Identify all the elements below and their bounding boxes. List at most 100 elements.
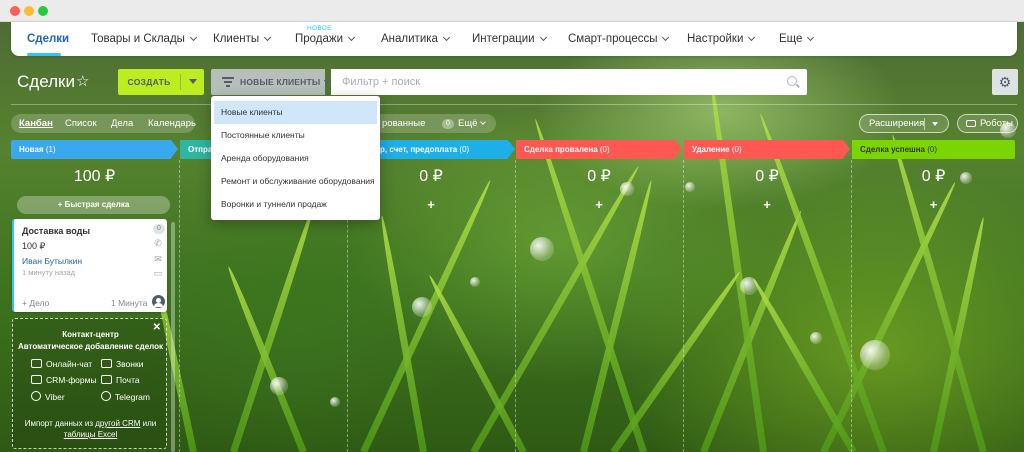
nav-item-deals[interactable]: Сделки [27,33,69,45]
tab-calendar[interactable]: Календарь [148,118,196,129]
import-other-crm-link[interactable]: другой CRM [95,419,140,428]
column-sum: 100 ₽ [73,168,116,185]
robots-label: Роботы [980,118,1013,129]
column-header-won[interactable]: Сделка успешна (0) [852,140,1015,159]
nav-item-products-warehouses[interactable]: Товары и Склады [91,33,197,45]
column-header-invoice[interactable]: р, счет, предоплата (0) [380,140,515,159]
nav-item-sales[interactable]: Продажи [295,33,356,45]
dropdown-item-funnels[interactable]: Воронки и туннели продаж [214,193,377,216]
extensions-label: Расширения [869,118,925,129]
chat-bubble-icon [31,359,42,368]
close-window-button[interactable] [10,6,20,16]
more-counters-button[interactable]: Ещё [458,118,487,129]
deal-sum: 100 ₽ [22,241,46,251]
caret-down-icon[interactable] [189,79,197,84]
tab-activities[interactable]: Дела [111,118,133,129]
extensions-separator [924,118,925,130]
view-switcher: Канбан Список Дела Календарь [11,114,196,133]
chevron-down-icon [662,33,670,42]
phone-icon [101,359,112,368]
nav-item-integrations[interactable]: Интеграции [472,33,547,45]
nav-item-analytics[interactable]: Аналитика [381,33,450,45]
telegram-icon [101,391,111,401]
form-icon [31,375,42,384]
create-button-separator [180,74,181,90]
add-deal-plus-icon[interactable]: + [684,197,850,212]
chevron-down-icon [264,33,272,42]
column-sum: 0 ₽ [587,168,611,185]
nav-item-settings[interactable]: Настройки [687,33,756,45]
add-deal-plus-icon[interactable]: + [516,197,682,212]
filter-preset-dropdown: Новые клиенты Постоянные клиенты Аренда … [211,96,380,220]
gear-icon: ⚙ [998,74,1012,90]
chat-icon[interactable]: ▭ [153,269,163,278]
channel-mail[interactable]: Почта [101,375,140,385]
chevron-down-icon [189,33,197,42]
robots-button[interactable]: Роботы [957,114,1018,133]
star-icon[interactable]: ☆ [76,72,89,90]
import-text: Импорт данных из другой CRM или таблицы … [24,419,157,439]
nav-item-smart-processes[interactable]: Смарт-процессы [568,33,670,45]
tab-list[interactable]: Список [65,118,97,129]
filter-search-box[interactable] [331,69,807,95]
column-scrollbar[interactable] [171,222,175,452]
counter-label[interactable]: рованные [382,118,425,129]
channel-crm-forms[interactable]: CRM-формы [31,375,97,385]
dropdown-item-repair-service[interactable]: Ремонт и обслуживание оборудования [214,170,377,193]
settings-gear-button[interactable]: ⚙ [992,69,1018,95]
window-titlebar [0,0,1024,22]
dropdown-item-equipment-rental[interactable]: Аренда оборудования [214,147,377,170]
channel-telegram[interactable]: Telegram [101,391,150,402]
dropdown-item-regular-clients[interactable]: Постоянные клиенты [214,124,377,147]
contact-center-widget: ✕ Контакт-центр Автоматическое добавлени… [12,318,167,449]
filter-preset-button[interactable]: НОВЫЕ КЛИЕНТЫ [211,69,332,95]
chevron-down-icon [442,33,450,42]
quick-deal-button[interactable]: + Быстрая сделка [17,196,170,214]
new-badge: НОВОЕ [307,25,332,32]
deal-client-link[interactable]: Иван Бутылкин [22,256,82,266]
more-counter-badge: 0 [442,119,454,129]
search-icon[interactable] [787,76,797,86]
column-title: Удаление (0) [692,145,742,154]
caret-down-icon[interactable] [932,122,938,126]
extensions-button[interactable]: Расширения [859,114,949,133]
search-input[interactable] [331,69,771,95]
add-deal-plus-icon[interactable]: + [852,197,1015,212]
column-title: Сделка успешна (0) [860,145,938,154]
add-activity-link[interactable]: + Дело [22,298,49,308]
deal-name[interactable]: Доставка воды [22,226,90,236]
page-title: Сделки [17,72,75,91]
column-title: Сделка провалена (0) [524,145,610,154]
minimize-window-button[interactable] [24,6,34,16]
chevron-down-icon [347,33,356,42]
mail-icon[interactable]: ✉ [153,255,163,264]
create-button[interactable]: СОЗДАТЬ [118,69,204,95]
channel-viber[interactable]: Viber [31,391,65,402]
nav-item-more[interactable]: Еще [779,33,815,45]
chevron-down-icon [807,33,815,42]
toolbar-divider [11,104,1017,105]
import-excel-link[interactable]: таблицы Excel [64,430,118,439]
maximize-window-button[interactable] [38,6,48,16]
deal-time: 1 минуту назад [22,268,76,277]
tab-kanban[interactable]: Канбан [19,118,53,129]
column-header-new[interactable]: Новая (1) [11,140,178,159]
chevron-down-icon [480,119,487,125]
activities-count-badge: 0 [153,224,165,234]
column-header-lost[interactable]: Сделка провалена (0) [516,140,682,159]
dropdown-item-new-clients[interactable]: Новые клиенты [214,101,377,124]
channel-calls[interactable]: Звонки [101,359,143,369]
nav-item-clients[interactable]: Клиенты [213,33,272,45]
column-sum: 0 ₽ [921,168,946,185]
filter-icon [222,77,234,89]
activity-time: 1 Минута [111,298,148,308]
mail-icon [101,375,112,384]
channel-online-chat[interactable]: Онлайн-чат [31,359,92,369]
user-avatar-icon[interactable] [152,295,165,308]
top-navigation: НОВОЕ Сделки Товары и Склады Клиенты Про… [11,22,1017,56]
robot-icon [966,120,976,127]
deal-card[interactable]: Доставка воды 100 ₽ Иван Бутылкин 1 мину… [12,219,167,312]
column-header-removal[interactable]: Удаление (0) [684,140,850,159]
filter-preset-label: НОВЫЕ КЛИЕНТЫ [240,76,332,87]
phone-icon[interactable]: ✆ [153,239,163,248]
